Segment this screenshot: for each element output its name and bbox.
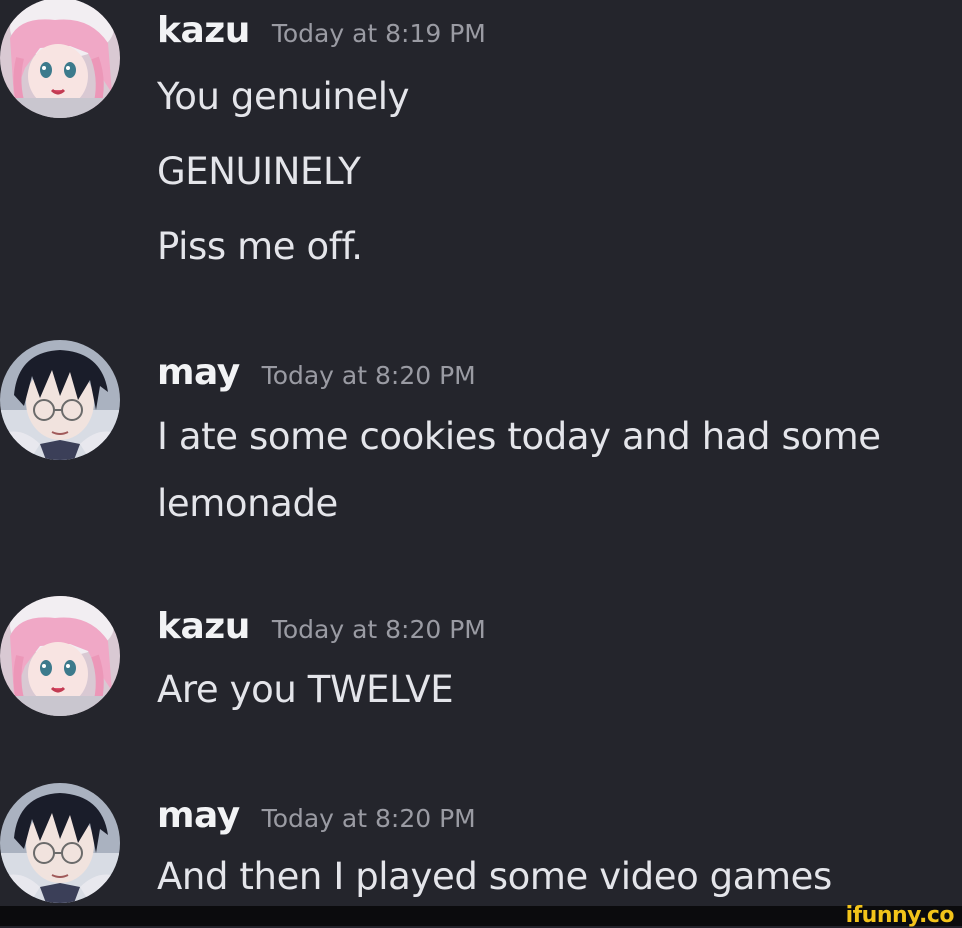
message-line: And then I played some video games: [157, 855, 832, 898]
message-header: may Today at 8:20 PM: [157, 795, 476, 836]
message-line: GENUINELY: [157, 150, 361, 193]
message-line: Piss me off.: [157, 225, 363, 268]
message-line: I ate some cookies today and had some: [157, 415, 881, 458]
message-header: kazu Today at 8:20 PM: [157, 606, 486, 647]
username[interactable]: kazu: [157, 10, 250, 51]
message-line: lemonade: [157, 482, 338, 525]
pink-hair-anime-girl-icon: [0, 596, 120, 716]
avatar-kazu[interactable]: [0, 0, 120, 118]
avatar-may[interactable]: [0, 340, 120, 460]
timestamp: Today at 8:20 PM: [261, 361, 476, 390]
username[interactable]: may: [157, 352, 240, 393]
dark-hair-glasses-anime-boy-icon: [0, 783, 120, 903]
watermark-bar: [0, 906, 962, 926]
avatar-may[interactable]: [0, 783, 120, 903]
message-line: Are you TWELVE: [157, 668, 454, 711]
pink-hair-anime-girl-icon: [0, 0, 120, 118]
ifunny-watermark: ifunny.co: [845, 903, 955, 928]
chat-area: kazu Today at 8:19 PM You genuinely GENUI…: [0, 0, 962, 906]
message-header: kazu Today at 8:19 PM: [157, 10, 486, 51]
timestamp: Today at 8:19 PM: [271, 19, 486, 48]
message-line: You genuinely: [157, 75, 410, 118]
message-header: may Today at 8:20 PM: [157, 352, 476, 393]
username[interactable]: kazu: [157, 606, 250, 647]
timestamp: Today at 8:20 PM: [261, 804, 476, 833]
dark-hair-glasses-anime-boy-icon: [0, 340, 120, 460]
avatar-kazu[interactable]: [0, 596, 120, 716]
username[interactable]: may: [157, 795, 240, 836]
timestamp: Today at 8:20 PM: [271, 615, 486, 644]
